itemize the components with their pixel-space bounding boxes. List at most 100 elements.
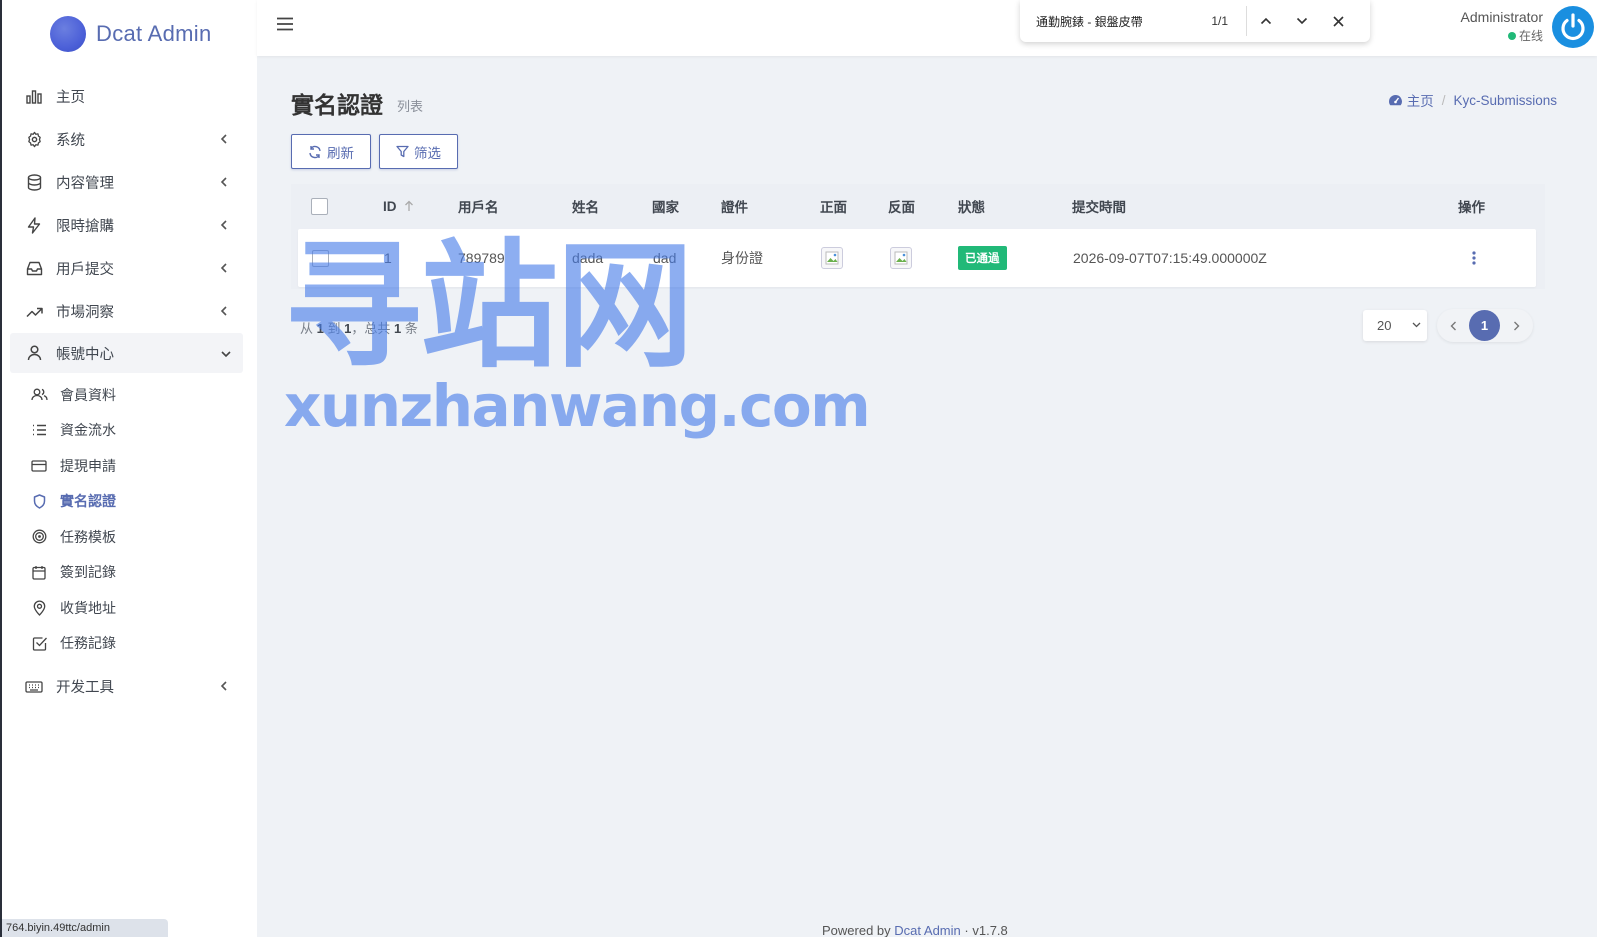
hamburger-menu-icon[interactable] <box>277 17 293 31</box>
sidebar-item-user-submissions[interactable]: 用戶提交 <box>2 247 257 290</box>
cell-id: 1 <box>384 250 392 266</box>
check-square-icon <box>30 634 48 652</box>
cell-status: 已通過 <box>958 229 1007 287</box>
page-prev-button[interactable] <box>1437 310 1469 342</box>
sidebar-subitem-checkin[interactable]: 簽到記錄 <box>2 555 257 591</box>
target-icon <box>30 528 48 546</box>
sidebar-item-system[interactable]: 系统 <box>2 118 257 161</box>
sidebar-item-home[interactable]: 主页 <box>2 75 257 118</box>
sidebar-subitem-task-record[interactable]: 任務記錄 <box>2 626 257 662</box>
breadcrumb-current[interactable]: Kyc-Submissions <box>1453 93 1557 108</box>
sidebar-subitem-label: 任務記錄 <box>60 635 116 652</box>
sidebar-menu: 主页 系统 内容管理 限時搶購 用戶提交 市場洞察 帳號中心 <box>2 75 257 373</box>
online-dot-icon <box>1507 31 1516 40</box>
find-previous-button[interactable] <box>1249 7 1283 35</box>
footer-powered-by: Powered by <box>822 923 891 937</box>
front-image-thumbnail[interactable] <box>821 247 843 269</box>
page-title: 實名認證 <box>291 92 383 118</box>
chevron-left-icon <box>220 177 227 187</box>
sidebar-subitem-task-template[interactable]: 任務模板 <box>2 519 257 555</box>
sidebar-subitem-label: 提現申請 <box>60 457 116 474</box>
gear-icon <box>24 130 44 150</box>
column-header-username: 用戶名 <box>458 200 499 215</box>
pagination: 1 <box>1437 309 1533 342</box>
list-icon <box>30 421 48 439</box>
column-header-id[interactable]: ID <box>383 184 414 228</box>
chevron-down-icon <box>221 351 231 358</box>
sidebar-item-dev-tools[interactable]: 开发工具 <box>2 665 257 708</box>
row-select-cell <box>312 229 329 287</box>
find-close-button[interactable] <box>1321 7 1355 35</box>
table-row[interactable]: 1 789789 dada dad 身份證 已通過 2026-09-07T07:… <box>298 229 1536 287</box>
user-menu[interactable]: Administrator 在线 <box>1461 9 1543 44</box>
page-subtitle: 列表 <box>397 99 424 114</box>
per-page-select[interactable]: 20 <box>1363 310 1427 341</box>
avatar[interactable] <box>1552 6 1594 48</box>
sidebar-item-label: 限時搶購 <box>56 219 114 235</box>
sidebar-item-label: 用戶提交 <box>56 262 114 278</box>
chevron-left-icon <box>220 220 227 230</box>
filter-button[interactable]: 筛选 <box>379 134 458 169</box>
column-header-submitted-at: 提交時間 <box>1072 200 1126 215</box>
status-bar-url: 764.biyin.49ttc/admin <box>2 919 168 937</box>
pager-from: 1 <box>316 321 324 336</box>
footer-dcat-link[interactable]: Dcat Admin <box>894 923 960 937</box>
broken-image-icon <box>894 251 908 265</box>
sidebar-item-flash-sale[interactable]: 限時搶購 <box>2 204 257 247</box>
back-image-thumbnail[interactable] <box>890 247 912 269</box>
find-next-button[interactable] <box>1285 7 1319 35</box>
sidebar-subitem-fund-flow[interactable]: 資金流水 <box>2 413 257 449</box>
main-content: 實名認證 列表 主页 / Kyc-Submissions 刷新 筛选 ID 用戶… <box>257 56 1597 937</box>
column-header-name: 姓名 <box>572 200 599 215</box>
pager-total-label: ，总共 <box>351 321 391 336</box>
find-divider <box>1246 6 1247 36</box>
user-status-label: 在线 <box>1518 29 1543 43</box>
chevron-down-icon <box>1296 17 1308 25</box>
pager-to-label: 到 <box>327 321 341 336</box>
breadcrumb-home[interactable]: 主页 <box>1388 90 1434 110</box>
trend-icon <box>24 302 44 322</box>
page-next-button[interactable] <box>1500 310 1532 342</box>
lightning-icon <box>24 216 44 236</box>
sidebar-subitem-withdrawal[interactable]: 提現申請 <box>2 448 257 484</box>
sidebar-item-label: 开发工具 <box>56 680 114 696</box>
table-header: ID 用戶名 姓名 國家 證件 正面 反面 狀態 提交時間 操作 <box>291 184 1545 228</box>
sort-arrow-icon[interactable] <box>404 200 414 212</box>
chevron-right-icon <box>1513 321 1519 330</box>
page-number-current[interactable]: 1 <box>1469 310 1500 341</box>
row-checkbox[interactable] <box>312 249 329 267</box>
sidebar-item-account-center[interactable]: 帳號中心 <box>10 333 243 373</box>
sidebar-item-label: 系统 <box>56 133 85 149</box>
find-query[interactable]: 通勤腕錶 - 銀盤皮帶 <box>1020 13 1196 30</box>
sidebar-subitem-label: 實名認證 <box>60 493 116 510</box>
footer-dot: · <box>964 923 969 937</box>
refresh-button[interactable]: 刷新 <box>291 134 371 169</box>
sidebar-subitem-label: 資金流水 <box>60 422 116 439</box>
sidebar-item-market-insight[interactable]: 市場洞察 <box>2 290 257 333</box>
grid-toolbar: 刷新 筛选 <box>291 134 466 169</box>
cell-username: 789789 <box>458 250 505 266</box>
chevron-left-icon <box>1450 321 1456 330</box>
broken-image-icon <box>825 251 839 265</box>
sidebar: Dcat Admin 主页 系统 内容管理 限時搶購 用戶提交 市場洞察 帳號中… <box>0 0 257 937</box>
filter-button-label: 筛选 <box>414 145 441 161</box>
sidebar-subitem-address[interactable]: 收貨地址 <box>2 590 257 626</box>
sidebar-item-content[interactable]: 内容管理 <box>2 161 257 204</box>
brand-name: Dcat Admin <box>96 20 212 46</box>
sidebar-subitem-kyc[interactable]: 實名認證 <box>2 484 257 520</box>
more-vertical-icon[interactable] <box>1471 250 1477 266</box>
chevron-down-icon <box>1412 322 1421 328</box>
column-header-actions: 操作 <box>1458 200 1485 215</box>
pagination-summary: 从 1 到 1，总共 1 条 <box>300 318 418 337</box>
brand[interactable]: Dcat Admin <box>2 0 257 67</box>
power-logo-icon <box>1561 13 1585 41</box>
select-all-checkbox[interactable] <box>311 197 328 215</box>
pager-from-label: 从 <box>300 321 314 336</box>
calendar-icon <box>30 563 48 581</box>
footer-version: v1.7.8 <box>972 923 1008 937</box>
database-icon <box>24 173 44 193</box>
brand-logo-icon <box>50 15 86 52</box>
chevron-left-icon <box>220 134 227 144</box>
card-icon <box>30 457 48 475</box>
sidebar-subitem-member-info[interactable]: 會員資料 <box>2 377 257 413</box>
